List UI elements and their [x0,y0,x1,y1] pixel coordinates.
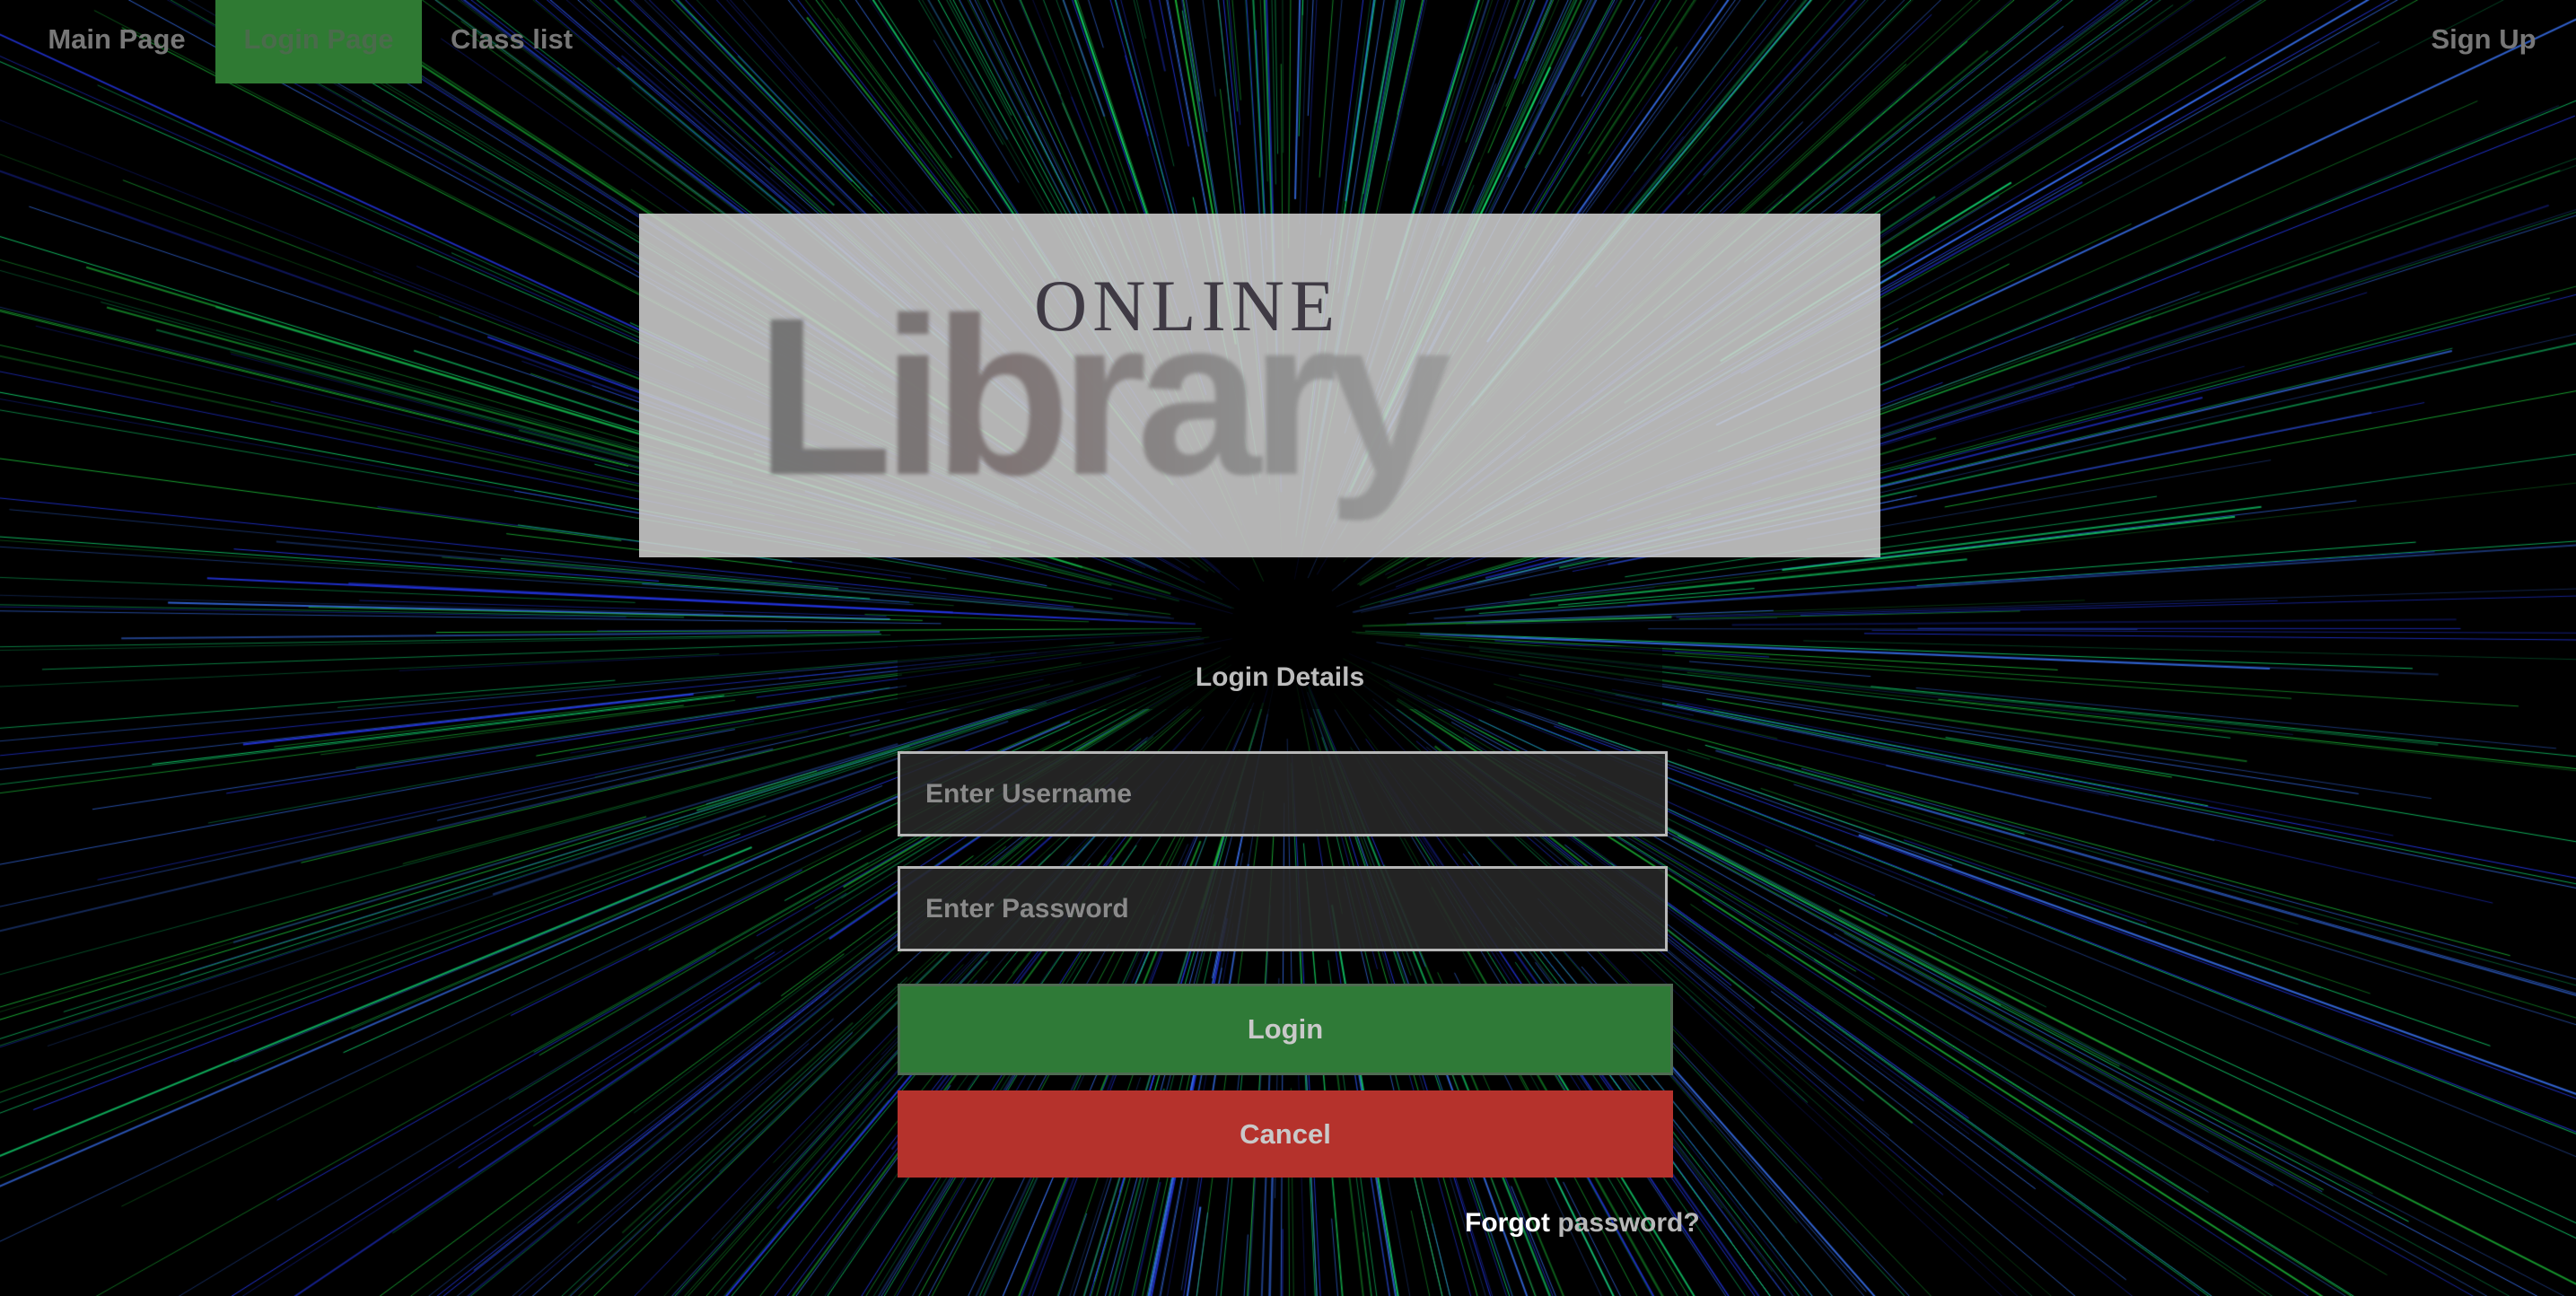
nav-login-page[interactable]: Login Page [215,0,422,83]
top-nav: Main Page Login Page Class list Sign Up [0,0,2576,83]
cancel-button[interactable]: Cancel [898,1090,1673,1178]
forgot-password: Forgot password? [1465,1208,1700,1239]
nav-main-page[interactable]: Main Page [27,0,206,83]
forgot-password-link[interactable]: password? [1557,1208,1699,1238]
password-input[interactable] [898,866,1668,951]
login-details-heading: Login Details [898,646,1662,709]
online-library-logo: ONLINE Library [639,214,1880,557]
forgot-label: Forgot [1465,1208,1550,1238]
logo-image: ONLINE Library [756,265,1461,521]
logo-library-text: Library [756,271,1450,521]
nav-sign-up[interactable]: Sign Up [2398,0,2569,83]
login-button[interactable]: Login [898,984,1673,1075]
login-page: Main Page Login Page Class list Sign Up … [0,0,2576,1296]
username-input[interactable] [898,751,1668,836]
nav-class-list[interactable]: Class list [431,0,592,83]
